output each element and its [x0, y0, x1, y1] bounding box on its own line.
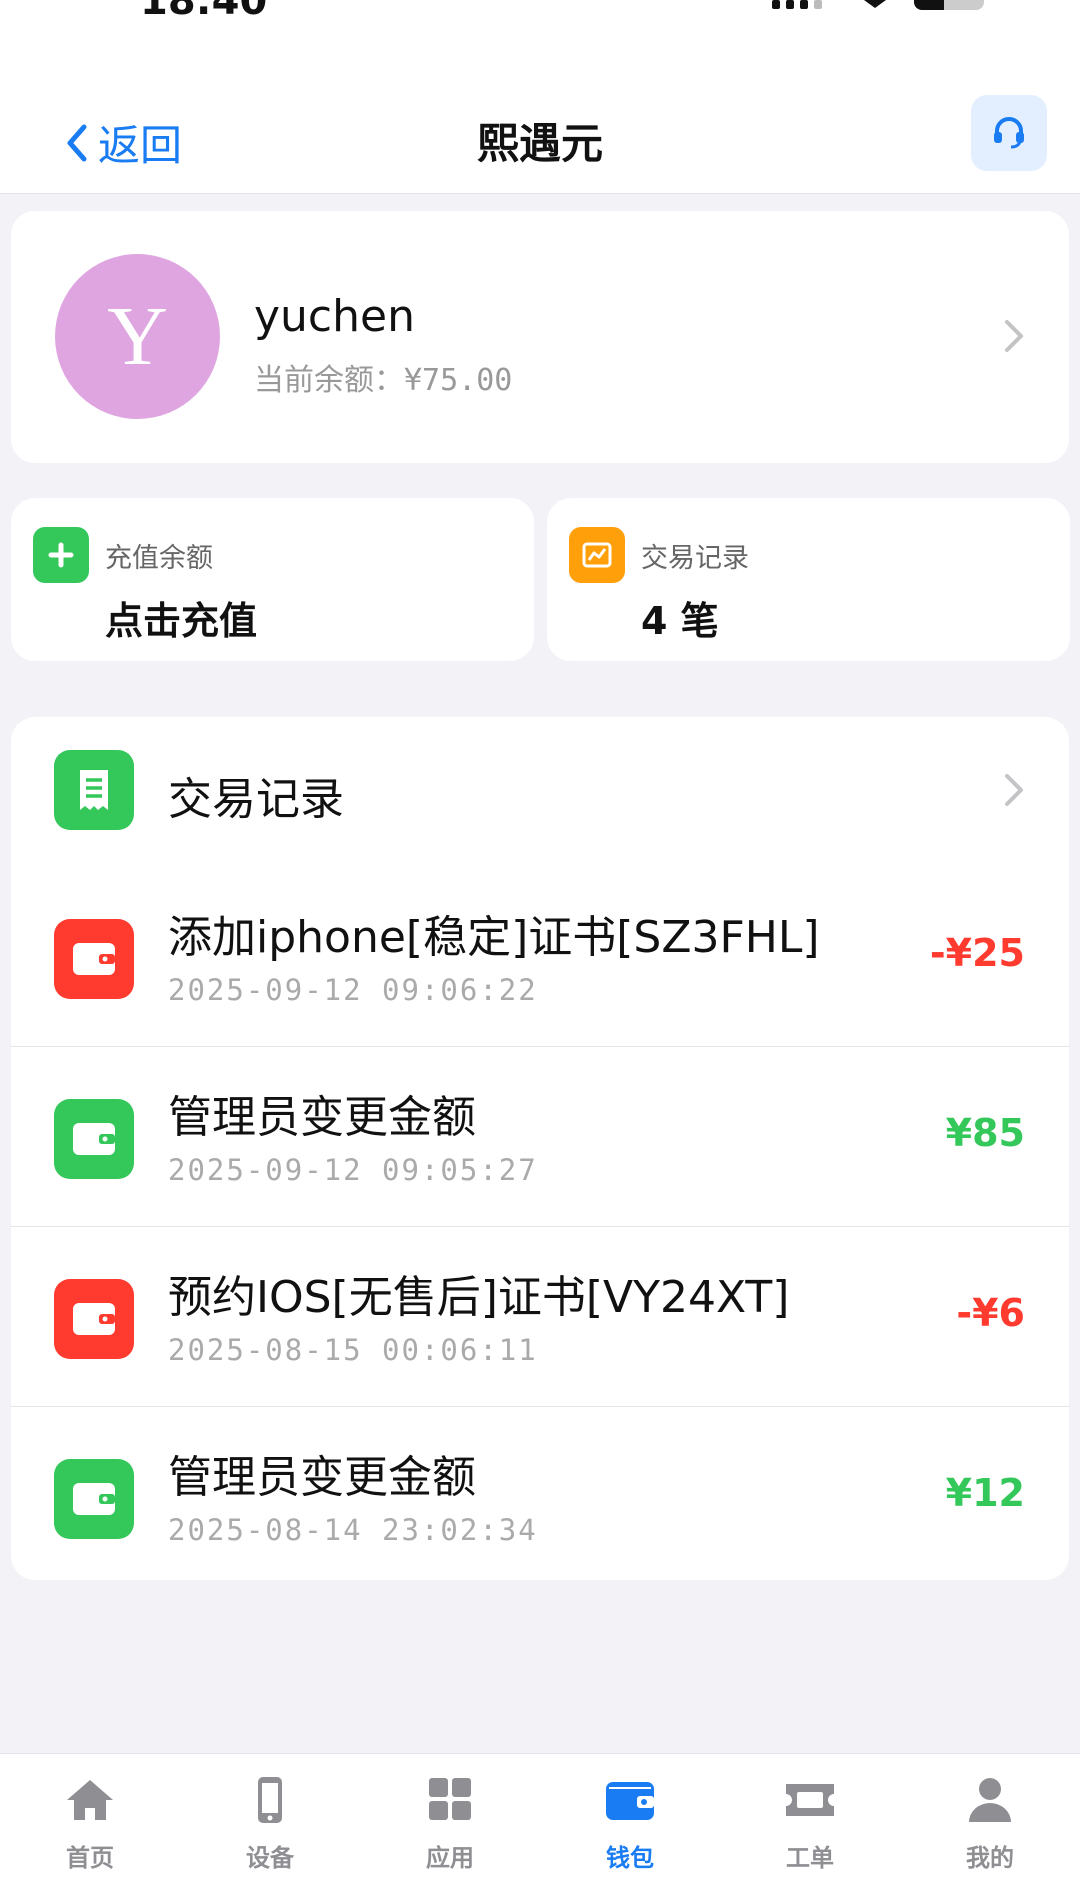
tab-label: 我的 — [966, 1844, 1014, 1872]
transaction-count-label: 交易记录 — [641, 543, 749, 574]
tab-label: 应用 — [426, 1844, 474, 1872]
transaction-list-title: 交易记录 — [168, 774, 344, 825]
chevron-right-icon — [1005, 320, 1023, 352]
wifi-icon — [864, 0, 886, 8]
username: yuchen — [254, 291, 415, 342]
transaction-count-card[interactable]: 交易记录 4 笔 — [547, 498, 1070, 661]
ticket-icon — [786, 1784, 834, 1816]
signal-icon — [772, 0, 822, 9]
transaction-amount: -¥25 — [929, 931, 1025, 975]
transaction-title: 管理员变更金额 — [168, 1452, 476, 1503]
avatar: Y — [55, 254, 220, 419]
balance-row: 当前余额：¥75.00 — [254, 355, 512, 399]
wallet-icon — [606, 1782, 654, 1820]
transaction-time: 2025-08-15 00:06:11 — [168, 1333, 538, 1367]
person-icon — [969, 1778, 1011, 1822]
chart-icon — [569, 527, 625, 583]
tab-profile[interactable]: 我的 — [900, 1754, 1080, 1887]
page-title: 熙遇元 — [476, 119, 603, 168]
transaction-list-card: 交易记录 添加iphone[稳定]证书[SZ3FHL] 2025-09-12 0… — [11, 717, 1069, 1580]
transaction-title: 预约IOS[无售后]证书[VY24XT] — [168, 1272, 790, 1323]
transaction-row[interactable]: 管理员变更金额 2025-09-12 09:05:27 ¥85 — [11, 1047, 1069, 1227]
transaction-row[interactable]: 管理员变更金额 2025-08-14 23:02:34 ¥12 — [11, 1407, 1069, 1587]
transaction-row[interactable]: 添加iphone[稳定]证书[SZ3FHL] 2025-09-12 09:06:… — [11, 867, 1069, 1047]
transaction-amount: -¥6 — [956, 1291, 1025, 1335]
recharge-card[interactable]: 充值余额 点击充值 — [11, 498, 534, 661]
transaction-title: 添加iphone[稳定]证书[SZ3FHL] — [168, 912, 820, 963]
balance-value: ¥75.00 — [404, 363, 513, 398]
tab-label: 工单 — [786, 1844, 834, 1872]
tab-wallet[interactable]: 钱包 — [540, 1754, 720, 1887]
transaction-count-value: 4 笔 — [641, 599, 719, 643]
tab-apps[interactable]: 应用 — [360, 1754, 540, 1887]
transaction-amount: ¥85 — [945, 1111, 1025, 1155]
plus-icon — [33, 527, 89, 583]
tab-tickets[interactable]: 工单 — [720, 1754, 900, 1887]
chevron-right-icon — [1005, 774, 1023, 806]
home-icon — [67, 1780, 113, 1820]
transaction-time: 2025-09-12 09:06:22 — [168, 973, 538, 1007]
wallet-page: 18:40 返回 熙遇元 Y yuchen 当前余额：¥75.00 充值余额 点… — [0, 0, 1080, 1887]
customer-service-button[interactable] — [971, 95, 1047, 171]
status-bar: 18:40 — [0, 0, 1080, 60]
recharge-action: 点击充值 — [105, 599, 258, 643]
wallet-icon — [54, 919, 134, 999]
profile-card[interactable]: Y yuchen 当前余额：¥75.00 — [11, 211, 1069, 463]
status-time: 18:40 — [140, 0, 268, 24]
balance-label: 当前余额： — [254, 363, 404, 398]
battery-icon — [914, 0, 984, 10]
receipt-icon — [54, 750, 134, 830]
apps-icon — [429, 1778, 471, 1820]
transaction-time: 2025-08-14 23:02:34 — [168, 1513, 538, 1547]
transaction-amount: ¥12 — [945, 1471, 1025, 1515]
wallet-icon — [54, 1459, 134, 1539]
wallet-icon — [54, 1099, 134, 1179]
transaction-row[interactable]: 预约IOS[无售后]证书[VY24XT] 2025-08-15 00:06:11… — [11, 1227, 1069, 1407]
transaction-time: 2025-09-12 09:05:27 — [168, 1153, 538, 1187]
tab-label: 首页 — [66, 1844, 114, 1872]
recharge-label: 充值余额 — [105, 543, 213, 574]
nav-bar: 返回 熙遇元 — [0, 60, 1080, 194]
tab-label: 钱包 — [606, 1844, 654, 1872]
phone-icon — [258, 1777, 282, 1823]
transaction-list-header[interactable]: 交易记录 — [11, 717, 1069, 867]
wallet-icon — [54, 1279, 134, 1359]
tab-label: 设备 — [246, 1844, 294, 1872]
tab-home[interactable]: 首页 — [0, 1754, 180, 1887]
headset-icon — [994, 117, 1024, 149]
transaction-title: 管理员变更金额 — [168, 1092, 476, 1143]
tab-bar: 首页 设备 应用 钱包 工单 我的 — [0, 1753, 1080, 1887]
tab-devices[interactable]: 设备 — [180, 1754, 360, 1887]
